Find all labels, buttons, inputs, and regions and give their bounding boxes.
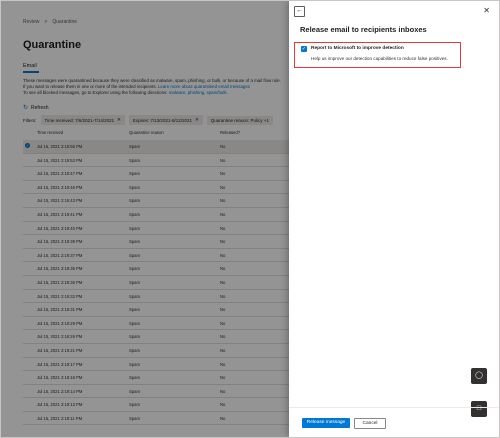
cancel-button[interactable]: Cancel: [354, 418, 386, 429]
footer-divider: [289, 407, 499, 408]
chat-icon[interactable]: □: [471, 401, 487, 417]
help-icon[interactable]: ◯: [471, 368, 487, 384]
report-checkbox[interactable]: ✓: [301, 46, 307, 52]
panel-title: Release email to recipients inboxes: [300, 25, 427, 34]
close-icon[interactable]: ✕: [483, 6, 490, 15]
back-arrow-icon[interactable]: ←: [294, 6, 305, 17]
report-checkbox-help: Help us improve our detection capabiliti…: [311, 56, 448, 61]
report-checkbox-label[interactable]: Report to Microsoft to improve detection: [311, 46, 404, 51]
release-message-button[interactable]: Release message: [302, 418, 350, 428]
window-frame: Review > Quarantine Quarantine Email The…: [0, 0, 500, 438]
release-panel: ← ✕ Release email to recipients inboxes …: [289, 1, 499, 437]
